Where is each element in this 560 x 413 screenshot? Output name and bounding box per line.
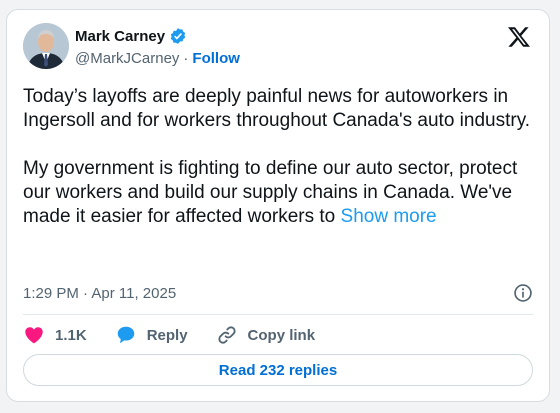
tweet-date: Apr 11, 2025 xyxy=(91,285,177,302)
avatar[interactable] xyxy=(23,23,69,69)
read-replies-label: Read 232 replies xyxy=(218,361,338,379)
reply-label: Reply xyxy=(146,326,188,344)
avatar-image xyxy=(23,23,69,69)
tweet-time: 1:29 PM xyxy=(23,285,79,302)
read-replies-button[interactable]: Read 232 replies xyxy=(23,354,533,386)
link-icon xyxy=(217,326,236,344)
copy-link-label: Copy link xyxy=(247,326,316,344)
tweet-body: Today’s layoffs are deeply painful news … xyxy=(23,86,531,227)
reply-button[interactable]: Reply xyxy=(115,324,188,346)
speech-bubble-icon xyxy=(117,326,134,344)
author-handle[interactable]: @MarkJCarney xyxy=(75,50,179,67)
likes-count: 1.1K xyxy=(55,326,87,344)
separator-dot: · xyxy=(83,285,89,302)
copy-link-button[interactable]: Copy link xyxy=(216,324,316,346)
verified-badge-icon xyxy=(170,28,186,44)
author-row: Mark Carney xyxy=(75,27,187,45)
action-bar: 1.1K Reply Copy link xyxy=(23,324,343,346)
tweet-card: Mark Carney @MarkJCarney · Follow Today’… xyxy=(6,9,550,402)
timestamp-row[interactable]: 1:29 PM · Apr 11, 2025 xyxy=(23,285,176,302)
heart-icon xyxy=(25,327,43,344)
tweet-text: Today’s layoffs are deeply painful news … xyxy=(23,85,537,229)
x-logo-icon[interactable] xyxy=(507,25,531,49)
separator-dot: · xyxy=(183,50,189,67)
info-icon[interactable] xyxy=(513,283,533,303)
show-more-link[interactable]: Show more xyxy=(341,206,437,227)
divider xyxy=(23,314,533,315)
follow-button[interactable]: Follow xyxy=(192,50,240,67)
author-name[interactable]: Mark Carney xyxy=(75,28,165,45)
like-button[interactable]: 1.1K xyxy=(23,324,87,346)
handle-row: @MarkJCarney · Follow xyxy=(75,50,240,67)
